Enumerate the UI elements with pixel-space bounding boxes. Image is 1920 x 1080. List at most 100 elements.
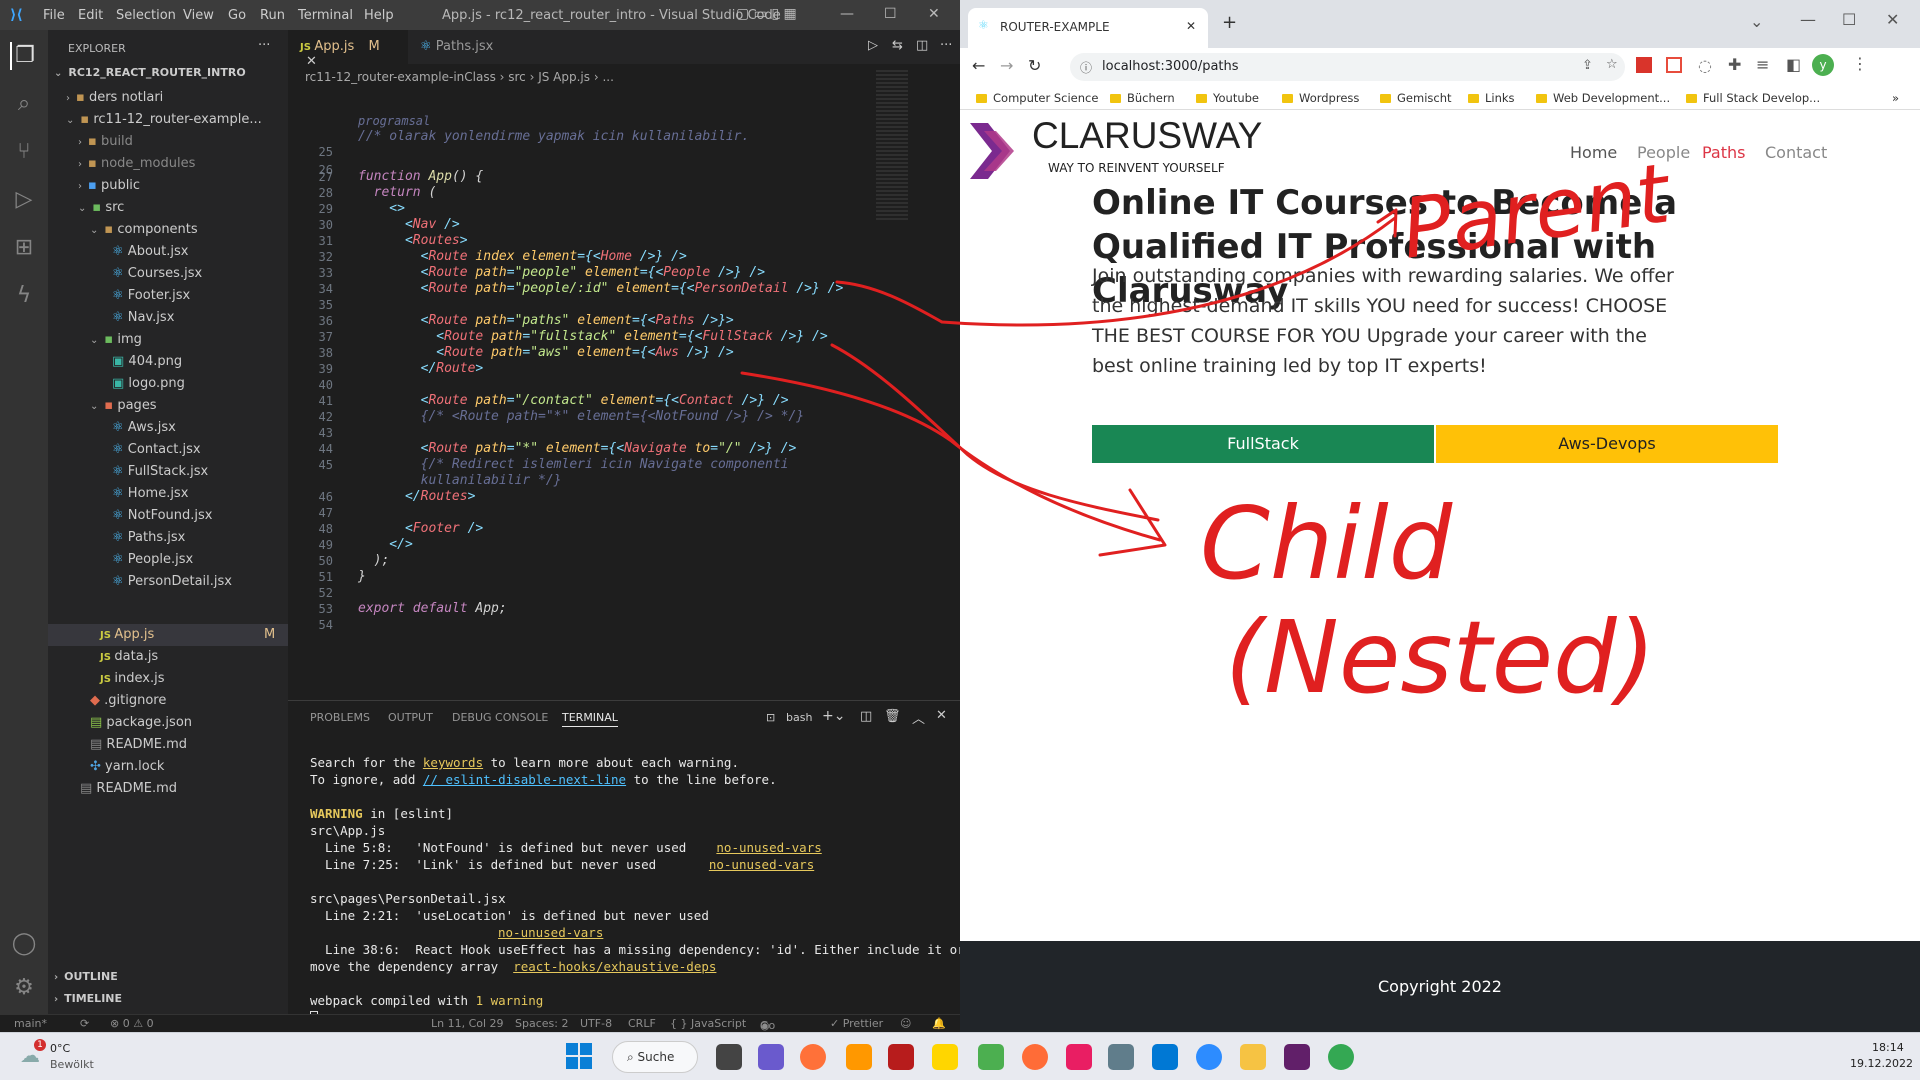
- back-icon[interactable]: ←: [972, 56, 985, 75]
- clock-date[interactable]: 19.12.2022: [1850, 1057, 1913, 1070]
- calculator-icon[interactable]: [1108, 1044, 1134, 1070]
- menu-view[interactable]: View: [183, 8, 214, 23]
- menu-selection[interactable]: Selection: [116, 8, 176, 23]
- tree-item[interactable]: ⚛ NotFound.jsx: [112, 508, 212, 523]
- tree-item[interactable]: ⚛ People.jsx: [112, 552, 193, 567]
- chrome-taskbar-icon[interactable]: [1328, 1044, 1354, 1070]
- sync-icon[interactable]: ⟳: [80, 1017, 89, 1030]
- source-control-icon[interactable]: ⑂: [10, 138, 38, 166]
- prettier-status[interactable]: ✓ Prettier: [830, 1017, 883, 1030]
- timeline-section[interactable]: › TIMELINE: [54, 992, 122, 1005]
- tree-item[interactable]: ⚛ Contact.jsx: [112, 442, 201, 457]
- bookmark-folder[interactable]: Büchern: [1110, 91, 1175, 105]
- zoom-icon[interactable]: [1196, 1044, 1222, 1070]
- tree-item[interactable]: ⚛ Aws.jsx: [112, 420, 176, 435]
- cursor-position[interactable]: Ln 11, Col 29: [431, 1017, 504, 1030]
- bookmark-folder[interactable]: Web Development...: [1536, 91, 1670, 105]
- clock-time[interactable]: 18:14: [1872, 1041, 1904, 1054]
- explorer-more-icon[interactable]: ···: [258, 38, 270, 53]
- tree-item[interactable]: ⚛ About.jsx: [112, 244, 188, 259]
- weather-desc[interactable]: Bewölkt: [50, 1058, 94, 1071]
- terminal-output[interactable]: Search for the keywords to learn more ab…: [310, 737, 987, 1059]
- menu-help[interactable]: Help: [364, 8, 394, 23]
- tree-item[interactable]: ⚛ Courses.jsx: [112, 266, 202, 281]
- share-icon[interactable]: ⇪: [1582, 58, 1593, 73]
- tree-item[interactable]: ⌄ ▪ pages: [90, 398, 157, 413]
- tab-paths-jsx[interactable]: ⚛ Paths.jsx: [408, 30, 528, 64]
- media-icon[interactable]: ≡: [1756, 55, 1769, 74]
- nav-paths[interactable]: Paths: [1702, 143, 1745, 162]
- filezilla-icon[interactable]: [888, 1044, 914, 1070]
- tree-item[interactable]: ▣ logo.png: [112, 376, 185, 391]
- tree-item[interactable]: ⚛ Paths.jsx: [112, 530, 185, 545]
- bookmark-star-icon[interactable]: ☆: [1606, 57, 1618, 72]
- menu-edit[interactable]: Edit: [78, 8, 103, 23]
- aws-devops-button[interactable]: Aws-Devops: [1436, 425, 1778, 463]
- outline-section[interactable]: › OUTLINE: [54, 970, 118, 983]
- language-mode[interactable]: { } JavaScript: [670, 1017, 746, 1030]
- menu-run[interactable]: Run: [260, 8, 285, 23]
- menu-go[interactable]: Go: [228, 8, 246, 23]
- tree-item[interactable]: › ▪ node_modules: [78, 156, 195, 171]
- compare-icon[interactable]: ⇆: [892, 38, 903, 53]
- feedback-icon[interactable]: ☺: [900, 1017, 911, 1030]
- tree-item[interactable]: JS index.js: [100, 671, 165, 686]
- address-bar[interactable]: ⓘ localhost:3000/paths ⇪ ☆: [1070, 53, 1625, 81]
- tree-item[interactable]: ⌄ ▪ src: [78, 200, 124, 215]
- split-editor-icon[interactable]: ◫: [916, 38, 928, 53]
- new-terminal-icon[interactable]: +⌄: [822, 708, 845, 724]
- terminal-shell-label[interactable]: bash: [786, 711, 812, 724]
- branch-indicator[interactable]: main*: [14, 1017, 47, 1030]
- problems-indicator[interactable]: ⊗ 0 ⚠ 0: [110, 1017, 154, 1030]
- slack-icon[interactable]: [1284, 1044, 1310, 1070]
- tree-item[interactable]: › ▪ ders notlari: [66, 90, 163, 105]
- tree-item[interactable]: › ▪ public: [78, 178, 140, 193]
- extension-icon[interactable]: [1666, 57, 1682, 73]
- snipping-tool-icon[interactable]: [1066, 1044, 1092, 1070]
- nav-people[interactable]: People: [1637, 143, 1690, 162]
- tree-item[interactable]: ⚛ Home.jsx: [112, 486, 188, 501]
- extensions-icon[interactable]: ⊞: [10, 234, 38, 262]
- tab-problems[interactable]: PROBLEMS: [310, 711, 370, 724]
- menu-terminal[interactable]: Terminal: [298, 8, 353, 23]
- tree-item[interactable]: ▤ README.md: [80, 781, 177, 796]
- indentation[interactable]: Spaces: 2: [515, 1017, 568, 1030]
- firefox-icon[interactable]: [800, 1044, 826, 1070]
- tree-item[interactable]: ▤ README.md: [90, 737, 187, 752]
- close-panel-icon[interactable]: ✕: [936, 708, 947, 723]
- run-icon[interactable]: ▷: [868, 38, 878, 53]
- tree-item-selected[interactable]: [48, 624, 288, 646]
- tree-item[interactable]: ⚛ PersonDetail.jsx: [112, 574, 232, 589]
- trash-icon[interactable]: 🗑: [884, 709, 901, 724]
- tree-item[interactable]: JS App.js: [100, 627, 154, 642]
- close-button[interactable]: ✕: [1886, 10, 1899, 29]
- bookmark-folder[interactable]: Computer Science: [976, 91, 1098, 105]
- bookmark-folder[interactable]: Youtube: [1196, 91, 1259, 105]
- sticky-notes-icon[interactable]: [932, 1044, 958, 1070]
- maximize-button[interactable]: ☐: [884, 6, 897, 22]
- tree-item[interactable]: ▤ package.json: [90, 715, 192, 730]
- tree-item[interactable]: ◆ .gitignore: [90, 693, 166, 708]
- tree-item[interactable]: ⌄ ▪ components: [90, 222, 198, 237]
- more-bookmarks-icon[interactable]: »: [1892, 91, 1899, 105]
- bookmark-folder[interactable]: Wordpress: [1282, 91, 1359, 105]
- maximize-button[interactable]: ☐: [1842, 10, 1856, 29]
- file-explorer-icon[interactable]: [1240, 1044, 1266, 1070]
- extension-icon[interactable]: [1636, 57, 1652, 73]
- sidepanel-icon[interactable]: ◧: [1786, 55, 1801, 74]
- terminal-shell-icon[interactable]: ⊡: [766, 711, 775, 724]
- reload-icon[interactable]: ↻: [1028, 56, 1041, 75]
- extension-icon[interactable]: ◌: [1698, 56, 1712, 75]
- more-actions-icon[interactable]: ···: [940, 38, 952, 53]
- fullstack-button[interactable]: FullStack: [1092, 425, 1434, 463]
- tab-app-js[interactable]: JS App.js M ✕: [288, 30, 408, 69]
- puzzle-icon[interactable]: ✚: [1728, 55, 1741, 74]
- root-folder[interactable]: ⌄ RC12_REACT_ROUTER_INTRO: [54, 66, 246, 79]
- sublime-icon[interactable]: [846, 1044, 872, 1070]
- bookmark-folder[interactable]: Links: [1468, 91, 1515, 105]
- taskbar-search[interactable]: ⌕ Suche: [612, 1041, 698, 1073]
- new-tab-button[interactable]: +: [1222, 12, 1237, 33]
- bookmark-folder[interactable]: Gemischt: [1380, 91, 1452, 105]
- tree-item[interactable]: JS data.js: [100, 649, 158, 664]
- tab-debug-console[interactable]: DEBUG CONSOLE: [452, 711, 548, 724]
